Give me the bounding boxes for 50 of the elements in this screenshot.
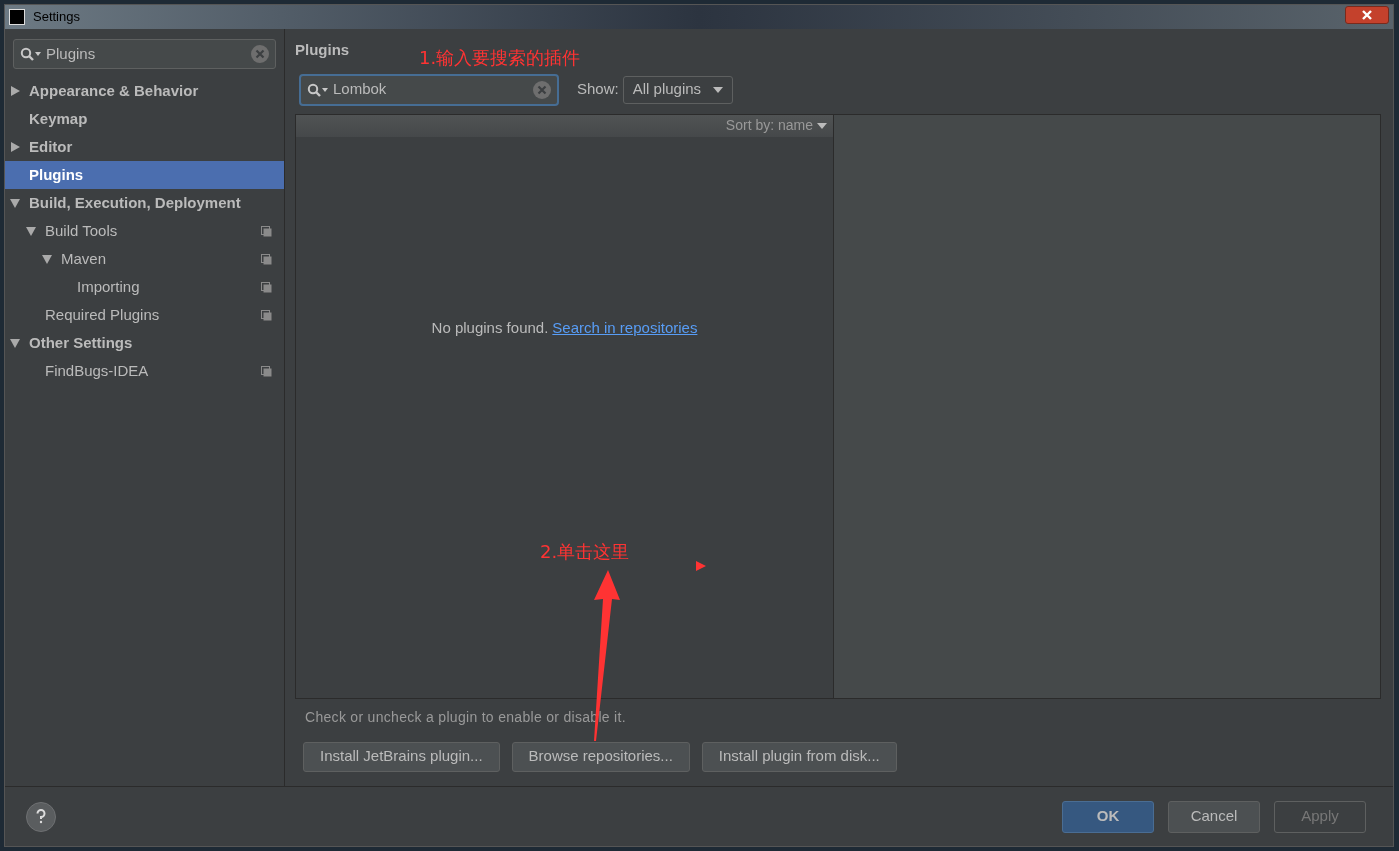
tree-item[interactable]: Maven	[5, 245, 284, 273]
copy-icon	[261, 225, 272, 237]
tree-item[interactable]: Build, Execution, Deployment	[5, 189, 284, 217]
empty-message: No plugins found.	[431, 317, 549, 338]
collapsed-arrow-icon[interactable]	[9, 141, 21, 153]
action-button[interactable]: Install plugin from disk...	[701, 741, 897, 772]
page-title: Plugins	[295, 40, 350, 60]
question-icon[interactable]	[36, 809, 46, 824]
search-text-input[interactable]: Lombok	[333, 78, 529, 101]
expanded-arrow-icon[interactable]	[9, 337, 21, 349]
plugin-search-field[interactable]: Lombok	[299, 73, 559, 106]
tree-item[interactable]: Editor	[5, 133, 284, 161]
settings-search-field[interactable]: Plugins	[13, 39, 276, 69]
caret-icon	[713, 86, 724, 93]
sort-dropdown[interactable]: Sort by: name	[725, 115, 827, 136]
dialog-button[interactable]: Cancel	[1168, 800, 1260, 833]
tree-item[interactable]: Plugins	[5, 161, 284, 189]
tree-item[interactable]: Keymap	[5, 105, 284, 133]
expanded-arrow-icon[interactable]	[25, 225, 37, 237]
action-button[interactable]: Browse repositories...	[511, 741, 690, 772]
tree-item[interactable]: FindBugs-IDEA	[5, 357, 284, 385]
tree-item[interactable]: Build Tools	[5, 217, 284, 245]
action-button[interactable]: Install JetBrains plugin...	[303, 741, 500, 772]
tree-item[interactable]: Importing	[5, 273, 284, 301]
dialog-button[interactable]: OK	[1062, 800, 1154, 833]
window-title: Settings	[33, 8, 80, 27]
show-dropdown[interactable]: All plugins	[622, 75, 734, 104]
annotation-text: 1.输入要搜索的插件	[419, 46, 581, 70]
show-label: Show:	[577, 79, 619, 100]
search-icon[interactable]	[307, 82, 329, 97]
app-icon	[9, 9, 25, 25]
annotation-triangle-icon	[696, 561, 706, 571]
search-repositories-link[interactable]: Search in repositories	[552, 316, 698, 339]
close-icon[interactable]	[1361, 10, 1373, 20]
annotation-text: 2.单击这里	[540, 540, 630, 564]
tree-item[interactable]: Required Plugins	[5, 301, 284, 329]
tree-item[interactable]: Other Settings	[5, 329, 284, 357]
collapsed-arrow-icon[interactable]	[9, 85, 21, 97]
copy-icon	[261, 281, 272, 293]
search-text-input[interactable]: Plugins	[46, 42, 247, 66]
help-button[interactable]	[26, 801, 56, 832]
copy-icon	[261, 365, 272, 377]
search-icon[interactable]	[20, 47, 42, 61]
tree-item[interactable]: Appearance & Behavior	[5, 77, 284, 105]
expanded-arrow-icon[interactable]	[9, 197, 21, 209]
expanded-arrow-icon[interactable]	[41, 253, 53, 265]
copy-icon	[261, 309, 272, 321]
close-button[interactable]	[1345, 6, 1389, 24]
caret-icon	[817, 122, 827, 129]
copy-icon	[261, 253, 272, 265]
